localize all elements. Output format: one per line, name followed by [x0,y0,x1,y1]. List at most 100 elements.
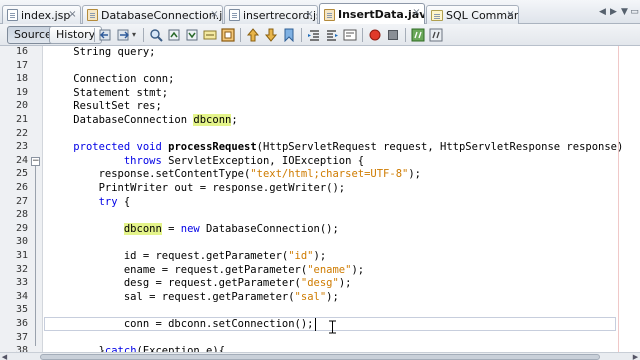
code-line: sal = request.getParameter("sal"); [48,290,339,303]
format-icon[interactable] [343,28,357,42]
line-number-gutter: 16 17 18 19 20 21 22 23 24 25 26 27 28 29 30 31 32 33 34 35… [0,46,43,352]
toolbar-separator [405,28,406,42]
toggle-highlight-icon[interactable] [203,28,217,42]
editor-tab-bar: index.jsp × DatabaseConnection.java × in… [0,0,640,25]
toolbar-separator [94,28,95,42]
line-number: 26 [15,182,28,193]
fold-collapse-icon[interactable]: − [31,156,40,166]
code-editor[interactable]: 16 17 18 19 20 21 22 23 24 25 26 27 28 29 30 31 32 33 34 35… [0,46,640,352]
find-next-icon[interactable] [185,28,199,42]
uncomment-icon[interactable] [429,28,443,42]
line-number: 28 [15,209,28,221]
code-line: String query; [48,46,156,58]
toolbar-separator [301,28,302,42]
stop-macro-icon[interactable] [386,28,400,42]
toolbar-separator [143,28,144,42]
line-number: 19 [15,86,28,98]
scrollbar-thumb[interactable] [40,354,600,360]
tab-databaseconnection-java[interactable]: DatabaseConnection.java × [82,5,223,24]
line-number: 18 [15,73,28,85]
line-number: 25 [15,168,28,180]
shift-left-icon[interactable] [307,28,321,42]
code-line: response.setContentType("text/html;chars… [48,168,421,181]
start-macro-icon[interactable] [368,28,382,42]
close-icon[interactable]: × [305,10,314,20]
line-number: 21 [15,114,28,125]
code-line: }catch(Exception e){ [48,345,226,352]
scroll-right-icon[interactable]: ▶ [631,353,640,360]
toolbar-separator [240,28,241,42]
horizontal-scrollbar[interactable]: ◀ ▶ [0,352,640,360]
toggle-bookmark-icon[interactable] [282,28,296,42]
code-line: dbconn = new DatabaseConnection(); [123,222,339,235]
code-line: throws ServletException, IOException { [123,154,365,167]
jsp-file-icon [7,9,18,21]
code-line: Connection conn; [48,73,175,86]
code-line: DatabaseConnection dbconn; [48,114,238,126]
back-icon[interactable] [99,28,113,42]
close-icon[interactable]: × [412,8,421,18]
line-number: 38 [15,345,28,352]
line-number: 23 [15,141,28,153]
scroll-left-icon[interactable]: ◀ [0,353,9,360]
tab-index-jsp[interactable]: index.jsp × [2,5,81,24]
line-number: 24 [15,154,28,166]
chevron-down-icon[interactable]: ▾ [132,30,136,39]
tab-label: DatabaseConnection.java [101,8,223,22]
fold-guide [35,165,36,346]
line-number: 22 [15,127,28,139]
ibeam-cursor-icon [329,320,336,334]
previous-bookmark-icon[interactable] [246,28,260,42]
sql-file-icon [431,9,443,21]
code-line: desg = request.getParameter("desg"); [48,277,352,290]
tab-label: index.jsp [21,8,71,22]
code-line: conn = dbconn.setConnection(); [48,318,314,330]
scroll-tabs-left-icon[interactable]: ◀ [598,6,607,18]
line-number: 30 [15,236,28,248]
scroll-tabs-right-icon[interactable]: ▶ [609,6,618,18]
line-number: 31 [15,250,28,261]
tab-sql-command-3[interactable]: SQL Command 3 × [426,5,519,24]
code-line: ResultSet res; [48,100,162,113]
tab-insertrecord-jsp[interactable]: insertrecord.jsp × [224,5,318,24]
find-previous-icon[interactable] [167,28,181,42]
toggle-rectangular-selection-icon[interactable] [221,28,235,42]
line-number: 36 [15,318,28,329]
find-icon[interactable] [149,28,163,42]
comment-icon[interactable] [411,28,425,42]
line-number: 16 [15,46,28,57]
close-icon[interactable]: × [506,10,515,20]
line-number: 35 [15,304,28,316]
code-line: Statement stmt; [48,86,169,99]
line-number: 29 [15,222,28,234]
line-number: 27 [15,195,28,207]
code-line: id = request.getParameter("id"); [48,250,327,262]
code-line: PrintWriter out = response.getWriter(); [48,182,346,194]
close-icon[interactable]: × [210,10,219,20]
close-icon[interactable]: × [68,10,77,20]
text-caret [314,318,316,331]
java-file-icon [87,9,98,21]
java-file-icon [324,8,335,21]
line-number: 37 [15,331,28,343]
line-number: 34 [15,290,28,302]
editor-toolbar: Source History ▾ [0,24,640,46]
next-bookmark-icon[interactable] [264,28,278,42]
line-number: 17 [15,59,28,71]
forward-icon[interactable] [117,28,131,42]
jsp-file-icon [229,9,240,21]
tab-insertdata-java[interactable]: InsertData.java × [319,3,425,25]
line-number: 32 [15,263,28,275]
shift-right-icon[interactable] [325,28,339,42]
maximize-icon[interactable]: ▭ [630,6,639,18]
line-number: 20 [15,100,28,112]
toolbar-separator [362,28,363,42]
show-opened-documents-icon[interactable]: ▼ [620,6,629,18]
line-number: 33 [15,277,28,289]
